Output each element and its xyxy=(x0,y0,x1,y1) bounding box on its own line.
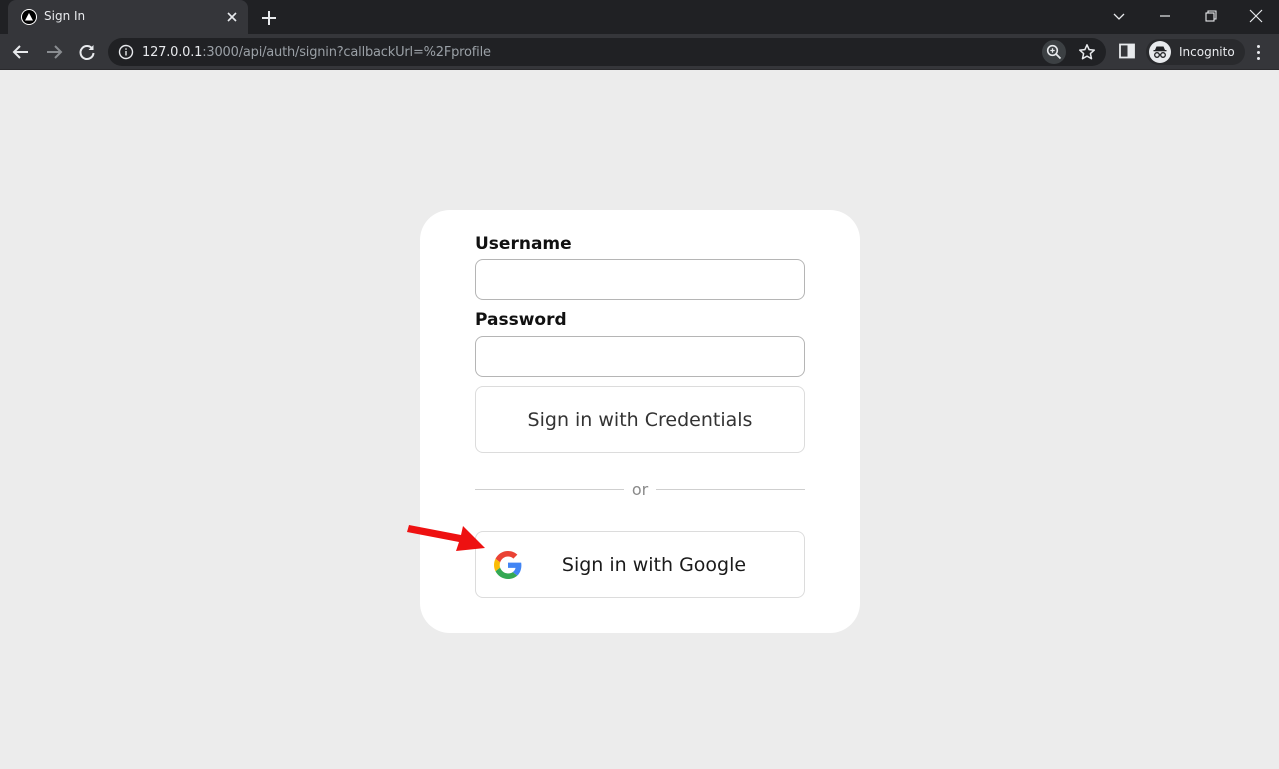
forward-icon[interactable] xyxy=(42,40,66,64)
credentials-signin-label: Sign in with Credentials xyxy=(527,408,753,431)
url-host: 127.0.0.1 xyxy=(142,45,203,60)
info-icon[interactable] xyxy=(118,44,134,60)
window-close-icon[interactable] xyxy=(1233,0,1279,32)
tab-title: Sign In xyxy=(44,9,86,23)
red-arrow-annotation xyxy=(405,520,487,562)
browser-tab[interactable]: Sign In xyxy=(8,0,248,34)
more-menu-icon[interactable] xyxy=(1250,42,1266,62)
credentials-signin-button[interactable]: Sign in with Credentials xyxy=(475,386,805,453)
or-divider: or xyxy=(475,480,805,500)
plus-icon[interactable] xyxy=(259,8,279,28)
side-panel-icon[interactable] xyxy=(1118,42,1136,60)
url-text[interactable]: 127.0.0.1:3000/api/auth/signin?callbackU… xyxy=(142,45,491,60)
incognito-icon xyxy=(1149,41,1171,63)
google-signin-label: Sign in with Google xyxy=(561,554,747,576)
back-icon[interactable] xyxy=(9,40,33,64)
username-input[interactable] xyxy=(475,259,805,300)
incognito-label: Incognito xyxy=(1179,45,1235,59)
divider-text: or xyxy=(631,480,649,499)
close-icon[interactable] xyxy=(224,9,240,25)
browser-toolbar: 127.0.0.1:3000/api/auth/signin?callbackU… xyxy=(0,34,1279,70)
zoom-icon[interactable] xyxy=(1042,40,1066,64)
url-path: :3000/api/auth/signin?callbackUrl=%2Fpro… xyxy=(202,45,491,60)
password-input[interactable] xyxy=(475,336,805,377)
signin-card: Username Password Sign in with Credentia… xyxy=(420,210,860,633)
username-label: Username xyxy=(475,234,572,254)
tab-strip: Sign In xyxy=(0,0,1279,34)
address-bar[interactable]: 127.0.0.1:3000/api/auth/signin?callbackU… xyxy=(108,38,1106,66)
star-icon[interactable] xyxy=(1076,41,1098,63)
incognito-profile-button[interactable]: Incognito xyxy=(1146,39,1245,65)
google-signin-button[interactable]: Sign in with Google xyxy=(475,531,805,598)
reload-icon[interactable] xyxy=(75,40,99,64)
minimize-icon[interactable] xyxy=(1142,0,1188,32)
password-label: Password xyxy=(475,310,567,330)
chevron-down-icon[interactable] xyxy=(1096,0,1142,32)
tab-favicon-icon xyxy=(21,9,37,25)
restore-icon[interactable] xyxy=(1188,0,1234,32)
